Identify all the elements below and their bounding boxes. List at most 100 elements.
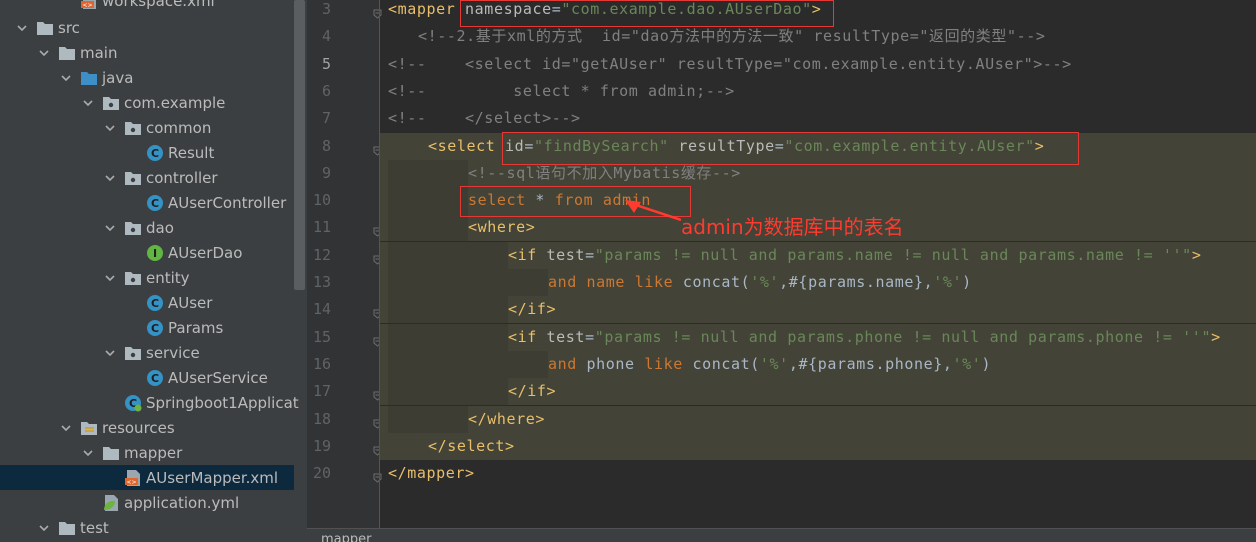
package-icon: [124, 344, 142, 362]
chevron-down-icon[interactable]: [104, 347, 116, 359]
line-number: 8: [321, 136, 331, 155]
indent-guide: [468, 323, 508, 351]
package-icon: [102, 94, 120, 112]
indent-guide: [428, 350, 468, 378]
tree-item[interactable]: resources: [0, 415, 294, 440]
code-token: test: [546, 327, 586, 346]
code-token: </if>: [508, 300, 557, 319]
xml-file-icon: <>: [80, 0, 98, 10]
code-token: <!-- <select id="getAUser" resultType="c…: [388, 54, 1072, 73]
code-token: >: [1211, 327, 1221, 346]
svg-text:C: C: [151, 197, 159, 210]
chevron-down-icon[interactable]: [38, 522, 50, 534]
tree-item[interactable]: entity: [0, 265, 294, 290]
indent-guide: [428, 405, 468, 433]
tree-item[interactable]: I AUserDao: [0, 240, 294, 265]
tree-item[interactable]: mapper: [0, 440, 294, 465]
indent-guide: [468, 378, 508, 406]
chevron-down-icon[interactable]: [104, 172, 116, 184]
code-line[interactable]: </if>: [380, 296, 1256, 324]
code-line[interactable]: and phone like concat('%',#{params.phone…: [380, 350, 1256, 378]
class-icon: C: [146, 294, 164, 312]
code-line[interactable]: <!-- <select id="getAUser" resultType="c…: [380, 51, 1256, 78]
code-token: like: [634, 273, 683, 291]
tree-item-label: com.example: [124, 93, 226, 112]
package-icon: [124, 269, 142, 287]
tree-item[interactable]: C AUserService: [0, 365, 294, 390]
tree-item[interactable]: C AUserController: [0, 190, 294, 215]
tree-item[interactable]: common: [0, 115, 294, 140]
tree-item[interactable]: <> workspace.xml: [0, 0, 294, 13]
highlight-box-select-attrs: [502, 132, 1079, 165]
tree-item[interactable]: service: [0, 340, 294, 365]
indent-guide: [428, 323, 468, 351]
code-text: </if>: [508, 296, 556, 323]
code-text: <!-- <select id="getAUser" resultType="c…: [388, 51, 1072, 78]
code-text: <!-- </select>-->: [388, 105, 581, 132]
code-line[interactable]: <!-- </select>-->: [380, 105, 1256, 132]
code-token: and: [548, 354, 587, 373]
code-line[interactable]: <!--2.基于xml的方式 id="dao方法中的方法一致" resultTy…: [380, 23, 1256, 50]
tree-item[interactable]: java: [0, 65, 294, 90]
tree-item[interactable]: C Springboot1Applicat: [0, 390, 299, 415]
tree-item-label: Springboot1Applicat: [146, 393, 299, 412]
tree-item[interactable]: dao: [0, 215, 294, 240]
tree-item-label: service: [146, 343, 200, 362]
tree-item[interactable]: C AUser: [0, 290, 294, 315]
code-token: name: [586, 273, 635, 291]
tree-item-label: workspace.xml: [102, 0, 215, 10]
indent-guide: [388, 405, 428, 433]
chevron-down-icon[interactable]: [16, 22, 28, 34]
code-token: like: [644, 354, 693, 373]
package-icon: [124, 119, 142, 137]
line-number: 14: [312, 300, 331, 319]
code-token: <select: [428, 136, 506, 155]
package-icon: [124, 219, 142, 237]
code-token: '%': [750, 273, 780, 291]
code-line[interactable]: and name like concat('%',#{params.name},…: [380, 269, 1256, 296]
tree-item[interactable]: main: [0, 40, 294, 65]
chevron-down-icon[interactable]: [82, 447, 94, 459]
tree-item[interactable]: com.example: [0, 90, 294, 115]
line-number: 19: [312, 436, 331, 455]
code-line[interactable]: </if>: [380, 378, 1256, 406]
code-line[interactable]: <if test="params != null and params.phon…: [380, 323, 1256, 351]
indent-guide: [428, 241, 468, 269]
chevron-down-icon[interactable]: [104, 272, 116, 284]
indent-guide: [468, 296, 508, 324]
tree-item-label: entity: [146, 268, 190, 287]
line-number: 7: [321, 109, 331, 128]
chevron-down-icon[interactable]: [82, 97, 94, 109]
code-text: </select>: [428, 433, 515, 460]
tree-item-label: src: [58, 18, 80, 37]
code-line[interactable]: </where>: [380, 405, 1256, 433]
chevron-down-icon[interactable]: [104, 222, 116, 234]
svg-text:C: C: [151, 322, 159, 335]
tree-item-label: dao: [146, 218, 174, 237]
chevron-down-icon[interactable]: [60, 72, 72, 84]
code-line[interactable]: <!-- select * from admin;-->: [380, 78, 1256, 105]
chevron-down-icon[interactable]: [60, 422, 72, 434]
tree-scrollbar[interactable]: [294, 0, 305, 290]
code-token: <!-- select * from admin;-->: [388, 81, 735, 100]
code-line[interactable]: <if test="params != null and params.name…: [380, 241, 1256, 269]
line-number: 5: [321, 54, 331, 73]
tree-item[interactable]: controller: [0, 165, 294, 190]
tree-item-label: AUserService: [168, 368, 268, 387]
code-line[interactable]: </select>: [380, 432, 1256, 460]
code-token: '%': [933, 273, 963, 291]
tree-item[interactable]: C Result: [0, 140, 294, 165]
xml-file-icon: <>: [124, 469, 142, 487]
code-line[interactable]: </mapper>: [380, 460, 1256, 487]
tree-item[interactable]: application.yml: [0, 490, 294, 515]
chevron-down-icon[interactable]: [38, 47, 50, 59]
indent-guide: [428, 159, 468, 187]
chevron-down-icon[interactable]: [104, 122, 116, 134]
tree-item[interactable]: src: [0, 15, 294, 40]
breadcrumb[interactable]: mapper: [321, 532, 371, 542]
code-editor[interactable]: 3 4 5 6 7 8 9 10 11 12 13 14 15 16 17 18 19 20 <mapper na…: [307, 0, 1256, 542]
code-text: <if test="params != null and params.name…: [508, 242, 1201, 269]
tree-item[interactable]: test: [0, 515, 294, 540]
tree-item[interactable]: <> AUserMapper.xml: [0, 465, 294, 490]
tree-item[interactable]: C Params: [0, 315, 294, 340]
